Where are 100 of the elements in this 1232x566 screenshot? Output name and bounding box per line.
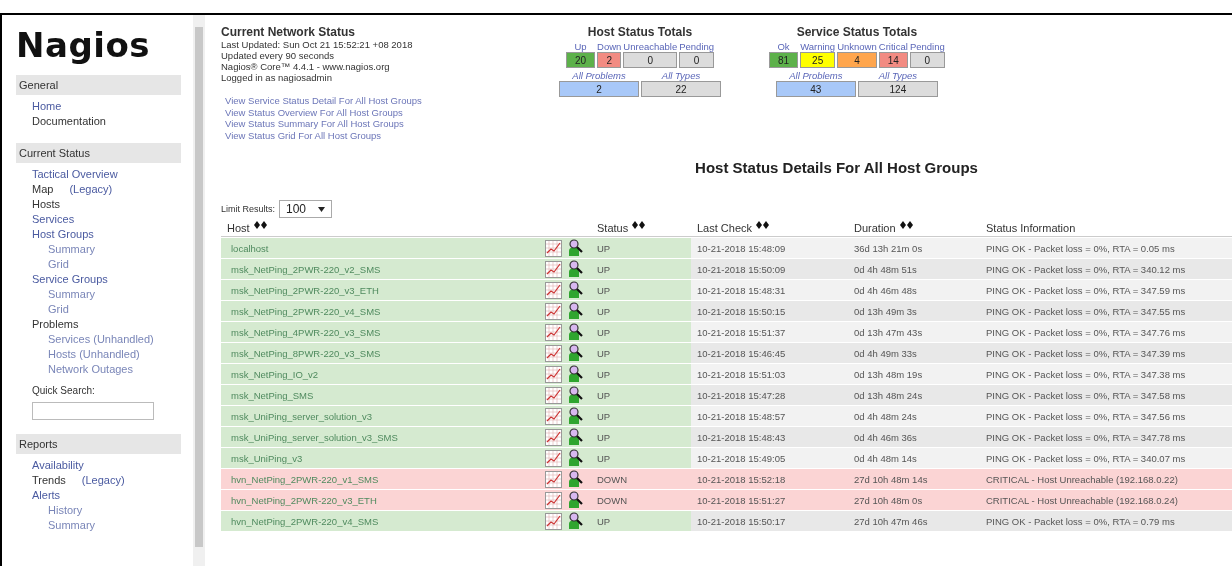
- nav-link[interactable]: Trends: [32, 473, 66, 488]
- host-cell[interactable]: msk_NetPing_SMS: [221, 385, 543, 406]
- totals-label[interactable]: All Problems: [789, 70, 843, 81]
- host-cell[interactable]: hvn_NetPing_2PWR-220_v4_SMS: [221, 511, 543, 532]
- count-cell: 43: [775, 81, 856, 97]
- graph-icon[interactable]: [545, 281, 562, 299]
- totals-label[interactable]: Critical: [878, 41, 908, 52]
- nav-link[interactable]: Home: [32, 99, 62, 114]
- magnifier-person-icon[interactable]: [567, 239, 584, 258]
- legacy-link[interactable]: (Legacy): [69, 182, 113, 197]
- view-link[interactable]: View Status Summary For All Host Groups: [225, 118, 511, 130]
- graph-icon[interactable]: [545, 365, 562, 383]
- graph-icon[interactable]: [545, 344, 562, 362]
- graph-icon[interactable]: [545, 491, 562, 509]
- magnifier-person-icon[interactable]: [567, 491, 584, 510]
- graph-icon[interactable]: [545, 260, 562, 278]
- status-cell: UP: [591, 448, 691, 469]
- totals-label[interactable]: Pending: [909, 41, 945, 52]
- graph-icon[interactable]: [545, 323, 562, 341]
- sort-icon[interactable]: [632, 221, 646, 229]
- nagios-logo[interactable]: Nagios: [16, 25, 181, 65]
- scrollbar-thumb[interactable]: [195, 27, 203, 547]
- magnifier-person-icon[interactable]: [567, 428, 584, 447]
- totals-label[interactable]: Up: [574, 41, 587, 52]
- totals-label[interactable]: Warning: [800, 41, 836, 52]
- host-cell[interactable]: msk_NetPing_2PWR-220_v2_SMS: [221, 259, 543, 280]
- view-link[interactable]: View Status Overview For All Host Groups: [225, 106, 511, 118]
- nav-link[interactable]: Alerts: [32, 488, 61, 503]
- last-check-cell: 10-21-2018 15:47:28: [691, 385, 848, 406]
- graph-icon[interactable]: [545, 470, 562, 488]
- column-header[interactable]: Duration: [854, 222, 896, 235]
- nav-link[interactable]: Tactical Overview: [32, 167, 118, 182]
- magnifier-person-icon[interactable]: [567, 260, 584, 279]
- host-cell[interactable]: msk_NetPing_8PWR-220_v3_SMS: [221, 343, 543, 364]
- magnifier-person-icon[interactable]: [567, 407, 584, 426]
- host-cell[interactable]: msk_UniPing_server_solution_v3: [221, 406, 543, 427]
- host-cell[interactable]: msk_NetPing_2PWR-220_v3_ETH: [221, 280, 543, 301]
- host-cell[interactable]: msk_NetPing_4PWR-220_v3_SMS: [221, 322, 543, 343]
- totals-label[interactable]: Pending: [679, 41, 715, 52]
- quick-search-field[interactable]: [32, 402, 154, 420]
- view-link[interactable]: View Service Status Detail For All Host Groups: [225, 95, 511, 107]
- view-link[interactable]: View Status Grid For All Host Groups: [225, 129, 511, 141]
- nav-sublink[interactable]: Network Outages: [32, 362, 158, 377]
- graph-icon[interactable]: [545, 512, 562, 530]
- nav-link[interactable]: Service Groups: [32, 272, 108, 287]
- nav-link[interactable]: Problems: [32, 317, 79, 332]
- totals-label[interactable]: All Types: [661, 70, 701, 81]
- magnifier-person-icon[interactable]: [567, 470, 584, 489]
- graph-icon[interactable]: [545, 386, 562, 404]
- magnifier-person-icon[interactable]: [567, 386, 584, 405]
- limit-select[interactable]: 100: [279, 200, 333, 218]
- totals-label[interactable]: Down: [597, 41, 622, 52]
- nav-sublink[interactable]: Summary: [32, 518, 158, 533]
- count-cell: 14: [878, 52, 908, 68]
- nav-link[interactable]: Map: [32, 182, 54, 197]
- magnifier-person-icon[interactable]: [567, 449, 584, 468]
- graph-icon[interactable]: [545, 302, 562, 320]
- totals-label[interactable]: All Problems: [572, 70, 626, 81]
- magnifier-person-icon[interactable]: [567, 323, 584, 342]
- magnifier-person-icon[interactable]: [567, 344, 584, 363]
- host-cell[interactable]: hvn_NetPing_2PWR-220_v1_SMS: [221, 469, 543, 490]
- host-cell[interactable]: localhost: [221, 238, 543, 259]
- host-cell[interactable]: hvn_NetPing_2PWR-220_v3_ETH: [221, 490, 543, 511]
- nav-sublink[interactable]: Summary: [32, 242, 158, 257]
- nav-link[interactable]: Hosts: [32, 197, 61, 212]
- graph-icon[interactable]: [545, 407, 562, 425]
- nav-sublink[interactable]: Grid: [32, 257, 158, 272]
- sort-icon[interactable]: [253, 221, 267, 229]
- column-header[interactable]: Status: [597, 222, 629, 235]
- host-cell[interactable]: msk_NetPing_2PWR-220_v4_SMS: [221, 301, 543, 322]
- totals-label[interactable]: All Types: [878, 70, 918, 81]
- magnifier-person-icon[interactable]: [567, 302, 584, 321]
- nav-link[interactable]: Availability: [32, 458, 84, 473]
- magnifier-person-icon[interactable]: [567, 512, 584, 531]
- legacy-link[interactable]: (Legacy): [81, 473, 125, 488]
- host-cell[interactable]: msk_UniPing_v3: [221, 448, 543, 469]
- graph-icon[interactable]: [545, 449, 562, 467]
- sort-icon[interactable]: [899, 221, 913, 229]
- sort-icon[interactable]: [756, 221, 770, 229]
- totals-label[interactable]: Unreachable: [623, 41, 678, 52]
- nav-link[interactable]: Host Groups: [32, 227, 94, 242]
- totals-label[interactable]: Unknown: [837, 41, 877, 52]
- host-cell[interactable]: msk_UniPing_server_solution_v3_SMS: [221, 427, 543, 448]
- nav-link[interactable]: Services: [32, 212, 75, 227]
- nav-sublink[interactable]: Grid: [32, 302, 158, 317]
- host-cell[interactable]: msk_NetPing_IO_v2: [221, 364, 543, 385]
- nav-link[interactable]: Documentation: [32, 114, 106, 129]
- column-header[interactable]: Last Check: [697, 222, 753, 235]
- totals-label[interactable]: Ok: [777, 41, 790, 52]
- nav-sublink[interactable]: History: [32, 503, 158, 518]
- magnifier-person-icon[interactable]: [567, 365, 584, 384]
- magnifier-person-icon[interactable]: [567, 281, 584, 300]
- nav-sublink[interactable]: Hosts (Unhandled): [32, 347, 158, 362]
- nav-sublink[interactable]: Summary: [32, 287, 158, 302]
- column-header[interactable]: Host: [227, 222, 250, 235]
- graph-icon[interactable]: [545, 428, 562, 446]
- nav-sublink[interactable]: Services (Unhandled): [32, 332, 158, 347]
- graph-icon[interactable]: [545, 239, 562, 257]
- count-cell: 22: [641, 81, 721, 97]
- status-line: Updated every 90 seconds: [221, 50, 336, 61]
